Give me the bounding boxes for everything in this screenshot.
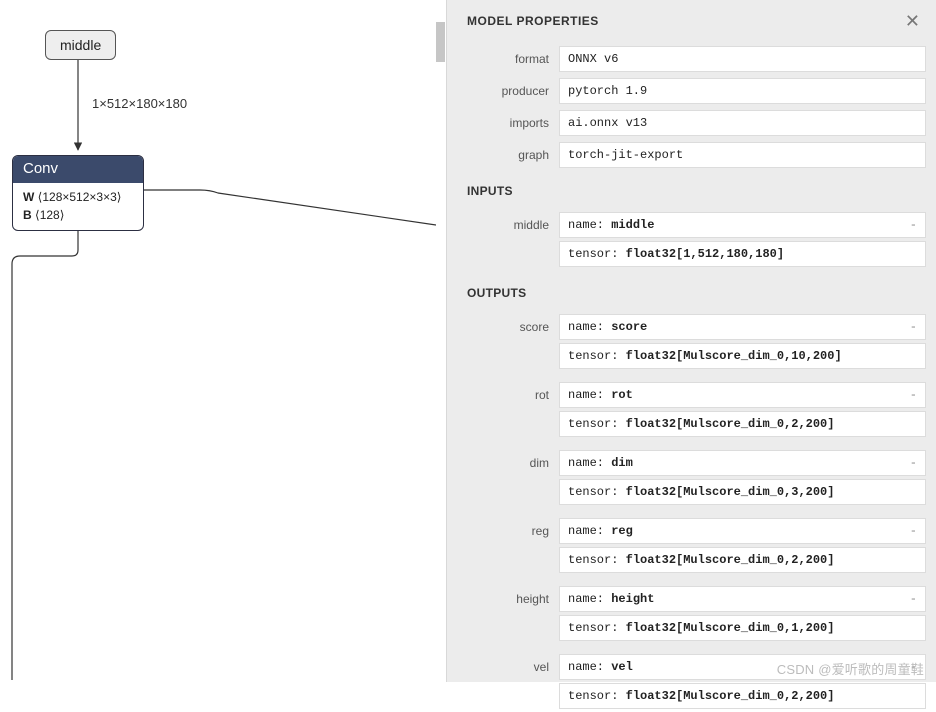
- section-outputs-label: OUTPUTS: [467, 286, 926, 300]
- tensor-name-val: score: [611, 320, 647, 334]
- tensor-name-val: dim: [611, 456, 633, 470]
- tensor-block: dim name: dim - tensor: float32[Mulscore_di…: [467, 450, 926, 508]
- prop-row: importsai.onnx v13: [467, 110, 926, 136]
- expand-icon[interactable]: -: [910, 320, 917, 334]
- watermark: CSDN @爱听歌的周童鞋: [777, 659, 924, 678]
- scrollbar-hint[interactable]: [436, 22, 445, 62]
- tensor-type-val: float32[Mulscore_dim_0,10,200]: [626, 349, 842, 363]
- tensor-name-val: vel: [611, 660, 633, 674]
- tensor-type-val: float32[1,512,180,180]: [626, 247, 784, 261]
- graph-canvas[interactable]: middle 1×512×180×180 Conv W ⟨128×512×3×3…: [0, 0, 436, 682]
- tensor-label: vel: [467, 654, 559, 712]
- op-attr-b-key: B: [23, 208, 32, 222]
- prop-label: producer: [467, 84, 559, 98]
- tensor-type-key: tensor:: [568, 417, 618, 431]
- tensor-type-row[interactable]: tensor: float32[Mulscore_dim_0,2,200]: [559, 683, 926, 709]
- tensor-type-row[interactable]: tensor: float32[Mulscore_dim_0,1,200]: [559, 615, 926, 641]
- tensor-name-key: name:: [568, 320, 604, 334]
- prop-label: format: [467, 52, 559, 66]
- tensor-type-val: float32[Mulscore_dim_0,3,200]: [626, 485, 835, 499]
- tensor-block: rot name: rot - tensor: float32[Mulscore_di…: [467, 382, 926, 440]
- tensor-type-key: tensor:: [568, 485, 618, 499]
- tensor-name-val: height: [611, 592, 654, 606]
- tensor-name-val: middle: [611, 218, 654, 232]
- prop-row: graphtorch-jit-export: [467, 142, 926, 168]
- input-node-label: middle: [60, 37, 101, 53]
- op-node-conv[interactable]: Conv W ⟨128×512×3×3⟩ B ⟨128⟩: [12, 155, 144, 231]
- prop-row: producerpytorch 1.9: [467, 78, 926, 104]
- tensor-name-key: name:: [568, 592, 604, 606]
- prop-label: imports: [467, 116, 559, 130]
- tensor-type-val: float32[Mulscore_dim_0,2,200]: [626, 417, 835, 431]
- op-attr-w-key: W: [23, 190, 34, 204]
- tensor-name-row[interactable]: name: height -: [559, 586, 926, 612]
- tensor-name-key: name:: [568, 524, 604, 538]
- tensor-type-key: tensor:: [568, 247, 618, 261]
- op-node-attrs: W ⟨128×512×3×3⟩ B ⟨128⟩: [13, 183, 143, 230]
- op-attr-b-shape: ⟨128⟩: [35, 208, 64, 222]
- tensor-type-key: tensor:: [568, 621, 618, 635]
- tensor-type-row[interactable]: tensor: float32[1,512,180,180]: [559, 241, 926, 267]
- tensor-name-row[interactable]: name: dim -: [559, 450, 926, 476]
- section-inputs-label: INPUTS: [467, 184, 926, 198]
- expand-icon[interactable]: -: [910, 218, 917, 232]
- prop-label: graph: [467, 148, 559, 162]
- tensor-label: middle: [467, 212, 559, 270]
- expand-icon[interactable]: -: [910, 456, 917, 470]
- prop-value[interactable]: ONNX v6: [559, 46, 926, 72]
- tensor-name-row[interactable]: name: score -: [559, 314, 926, 340]
- tensor-block: middle name: middle - tensor: float32[1,512…: [467, 212, 926, 270]
- properties-panel: MODEL PROPERTIES ✕ formatONNX v6producer…: [446, 0, 936, 682]
- expand-icon[interactable]: -: [910, 524, 917, 538]
- panel-title: MODEL PROPERTIES: [467, 14, 599, 28]
- tensor-label: score: [467, 314, 559, 372]
- tensor-type-val: float32[Mulscore_dim_0,2,200]: [626, 553, 835, 567]
- tensor-label: dim: [467, 450, 559, 508]
- tensor-name-key: name:: [568, 456, 604, 470]
- tensor-block: height name: height - tensor: float32[Mulsc…: [467, 586, 926, 644]
- input-node-middle[interactable]: middle: [45, 30, 116, 60]
- tensor-block: score name: score - tensor: float32[Mulscor…: [467, 314, 926, 372]
- tensor-type-row[interactable]: tensor: float32[Mulscore_dim_0,2,200]: [559, 547, 926, 573]
- tensor-name-val: rot: [611, 388, 633, 402]
- graph-edges: [0, 0, 436, 682]
- tensor-name-row[interactable]: name: reg -: [559, 518, 926, 544]
- prop-value[interactable]: pytorch 1.9: [559, 78, 926, 104]
- tensor-type-key: tensor:: [568, 689, 618, 703]
- tensor-block: reg name: reg - tensor: float32[Mulscore_di…: [467, 518, 926, 576]
- op-attr-w-shape: ⟨128×512×3×3⟩: [38, 190, 122, 204]
- close-icon[interactable]: ✕: [905, 12, 920, 30]
- prop-value[interactable]: torch-jit-export: [559, 142, 926, 168]
- expand-icon[interactable]: -: [910, 592, 917, 606]
- op-node-title: Conv: [13, 156, 143, 183]
- tensor-type-key: tensor:: [568, 553, 618, 567]
- tensor-type-val: float32[Mulscore_dim_0,1,200]: [626, 621, 835, 635]
- tensor-name-val: reg: [611, 524, 633, 538]
- expand-icon[interactable]: -: [910, 388, 917, 402]
- prop-value[interactable]: ai.onnx v13: [559, 110, 926, 136]
- tensor-type-row[interactable]: tensor: float32[Mulscore_dim_0,2,200]: [559, 411, 926, 437]
- tensor-type-row[interactable]: tensor: float32[Mulscore_dim_0,10,200]: [559, 343, 926, 369]
- tensor-label: height: [467, 586, 559, 644]
- tensor-name-key: name:: [568, 660, 604, 674]
- prop-row: formatONNX v6: [467, 46, 926, 72]
- tensor-name-row[interactable]: name: rot -: [559, 382, 926, 408]
- tensor-name-key: name:: [568, 218, 604, 232]
- edge-label-shape: 1×512×180×180: [92, 96, 187, 111]
- tensor-name-row[interactable]: name: middle -: [559, 212, 926, 238]
- tensor-label: reg: [467, 518, 559, 576]
- tensor-type-key: tensor:: [568, 349, 618, 363]
- tensor-label: rot: [467, 382, 559, 440]
- tensor-type-val: float32[Mulscore_dim_0,2,200]: [626, 689, 835, 703]
- tensor-type-row[interactable]: tensor: float32[Mulscore_dim_0,3,200]: [559, 479, 926, 505]
- tensor-name-key: name:: [568, 388, 604, 402]
